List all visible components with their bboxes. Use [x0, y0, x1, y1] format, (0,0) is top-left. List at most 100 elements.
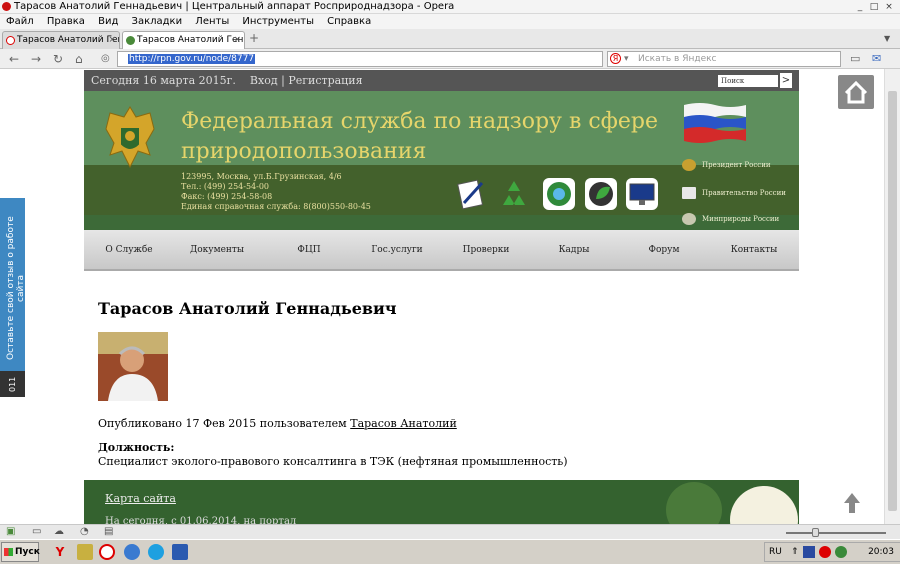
- monitor-icon[interactable]: [625, 177, 659, 211]
- search-field[interactable]: Я ▾ Искать в Яндекс: [607, 51, 841, 67]
- current-date: Сегодня 16 марта 2015г.: [91, 74, 236, 87]
- published-info: Опубликовано 17 Фев 2015 пользователем Т…: [98, 417, 457, 430]
- word-icon[interactable]: [172, 544, 188, 560]
- nav-about[interactable]: О Службе: [94, 230, 164, 271]
- system-tray: RU ⇑ 20:03: [764, 542, 900, 562]
- menu-feeds[interactable]: Ленты: [195, 16, 229, 27]
- menu-file[interactable]: Файл: [6, 16, 34, 27]
- scrollbar-thumb[interactable]: [888, 91, 897, 511]
- search-placeholder: Искать в Яндекс: [638, 54, 717, 64]
- contacts-block: 123995, Москва, ул.Б.Грузинская, 4/6 Тел…: [181, 172, 371, 212]
- russian-flag-icon: [684, 103, 746, 143]
- url-field[interactable]: http://rpn.gov.ru/node/8777: [117, 51, 603, 67]
- maximize-button[interactable]: □: [867, 1, 881, 13]
- yandex-browser-icon[interactable]: Y: [52, 544, 68, 560]
- menu-view[interactable]: Вид: [98, 16, 118, 27]
- menu-edit[interactable]: Правка: [47, 16, 85, 27]
- search-engine-dropdown-icon[interactable]: ▾: [624, 52, 629, 66]
- vertical-scrollbar[interactable]: [884, 69, 900, 524]
- person-photo-image: [98, 332, 168, 401]
- start-button[interactable]: Пуск: [1, 542, 40, 562]
- author-link[interactable]: Тарасов Анатолий: [350, 417, 457, 430]
- page-title: Тарасов Анатолий Геннадьевич: [98, 299, 397, 318]
- nav-gov-services[interactable]: Гос.услуги: [360, 230, 434, 271]
- tab-close-icon[interactable]: ×: [108, 32, 116, 49]
- contact-address: 123995, Москва, ул.Б.Грузинская, 4/6: [181, 172, 342, 181]
- sitemap-link[interactable]: Карта сайта: [105, 492, 176, 505]
- zoom-knob[interactable]: [812, 528, 819, 537]
- nav-forum[interactable]: Форум: [629, 230, 699, 271]
- home-button[interactable]: [838, 75, 874, 109]
- gear-leaf-icon[interactable]: [584, 177, 618, 211]
- tab-2[interactable]: Тарасов Анатолий Генн... ×: [122, 31, 245, 49]
- view-icon[interactable]: ▤: [104, 526, 113, 537]
- main-nav: О Службе Документы ФЦП Гос.услуги Провер…: [84, 230, 799, 271]
- government-building-icon: [682, 187, 696, 199]
- close-button[interactable]: ×: [882, 1, 896, 13]
- cloud-icon[interactable]: ☁: [54, 526, 64, 537]
- president-emblem-icon: [682, 159, 696, 171]
- contact-fax: Факс: (499) 254-58-08: [181, 192, 273, 201]
- ru-keyboard-icon[interactable]: [803, 546, 815, 558]
- yandex-favicon-icon: [6, 36, 15, 45]
- position-value: Специалист эколого-правового консалтинга…: [98, 455, 568, 468]
- reload-icon[interactable]: ↻: [53, 52, 63, 66]
- speed-dial-icon[interactable]: ▭: [850, 52, 860, 66]
- forward-icon[interactable]: →: [31, 52, 41, 66]
- panel-toggle-icon[interactable]: ▣: [6, 526, 15, 537]
- url-text: http://rpn.gov.ru/node/8777: [128, 54, 256, 64]
- opera-taskbar-icon[interactable]: [99, 544, 115, 560]
- mail-icon[interactable]: ✉: [872, 52, 881, 66]
- folder-icon[interactable]: [77, 544, 93, 560]
- window-icon[interactable]: ▭: [32, 526, 41, 537]
- house-icon: [844, 80, 868, 104]
- nav-contacts[interactable]: Контакты: [719, 230, 789, 271]
- turbo-icon[interactable]: ◔: [80, 526, 89, 537]
- opera-tray-icon[interactable]: [819, 546, 831, 558]
- tray-arrow-icon[interactable]: ⇑: [791, 543, 799, 561]
- tab-close-icon[interactable]: ×: [233, 32, 241, 49]
- yandex-icon: Я: [610, 53, 621, 64]
- document-pen-icon[interactable]: [454, 177, 488, 211]
- new-tab-button[interactable]: +: [249, 31, 259, 45]
- clock: 20:03: [868, 547, 894, 557]
- menu-bookmarks[interactable]: Закладки: [132, 16, 183, 27]
- site-search-button[interactable]: >: [780, 73, 792, 88]
- ie-icon[interactable]: [124, 544, 140, 560]
- zoom-slider[interactable]: [786, 532, 886, 534]
- nav-staff[interactable]: Кадры: [539, 230, 609, 271]
- ministry-emblem-icon: [682, 213, 696, 225]
- window-title: Тарасов Анатолий Геннадьевич | Центральн…: [14, 1, 455, 12]
- tab-menu-icon[interactable]: ▼: [884, 34, 890, 43]
- page-info-icon[interactable]: ◎: [101, 52, 110, 66]
- site-search-input[interactable]: Поиск: [718, 75, 778, 87]
- network-icon[interactable]: [835, 546, 847, 558]
- separator: |: [281, 74, 285, 87]
- menu-bar: Файл Правка Вид Закладки Ленты Инструмен…: [0, 14, 900, 29]
- link-government-label: Правительство России: [702, 189, 786, 197]
- published-prefix: Опубликовано 17 Фев 2015 пользователем: [98, 417, 347, 430]
- menu-tools[interactable]: Инструменты: [242, 16, 314, 27]
- minimize-button[interactable]: _: [853, 1, 867, 13]
- footer-decoration-icon: [666, 482, 798, 524]
- globe-people-icon[interactable]: [542, 177, 576, 211]
- login-link[interactable]: Вход: [250, 74, 278, 87]
- register-link[interactable]: Регистрация: [288, 74, 362, 87]
- address-toolbar: ← → ↻ ⌂ ◎ http://rpn.gov.ru/node/8777 Я …: [0, 49, 900, 69]
- scroll-top-icon[interactable]: [843, 492, 861, 514]
- menu-help[interactable]: Справка: [327, 16, 371, 27]
- feedback-label: Оставьте свой отзыв о работе сайта: [6, 216, 26, 361]
- nav-fcp[interactable]: ФЦП: [274, 230, 344, 271]
- skype-icon[interactable]: [148, 544, 164, 560]
- recycle-icon[interactable]: [497, 177, 531, 211]
- home-icon[interactable]: ⌂: [75, 52, 83, 66]
- tab-bar: Тарасов Анатолий Генн... × Тарасов Анато…: [0, 29, 900, 49]
- feedback-tab[interactable]: Оставьте свой отзыв о работе сайта 011: [0, 198, 26, 397]
- person-photo: [98, 332, 168, 401]
- contact-hotline: Единая справочная служба: 8(800)550-80-4…: [181, 202, 371, 211]
- nav-documents[interactable]: Документы: [182, 230, 252, 271]
- tab-1[interactable]: Тарасов Анатолий Генн... ×: [2, 31, 120, 49]
- back-icon[interactable]: ←: [9, 52, 19, 66]
- nav-inspections[interactable]: Проверки: [451, 230, 521, 271]
- language-indicator[interactable]: RU: [769, 543, 782, 561]
